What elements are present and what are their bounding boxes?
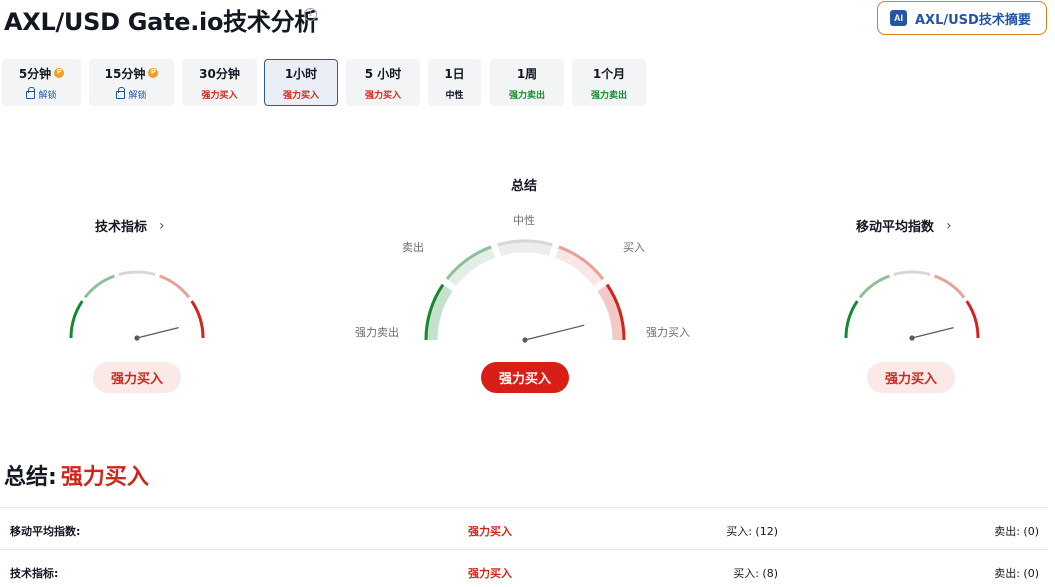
moving-averages-result-badge: 强力买入 <box>867 362 955 393</box>
row-name: 移动平均指数: <box>10 525 81 538</box>
gauge-segment-neutral <box>893 270 931 277</box>
summary-heading-value: 强力买入 <box>60 465 149 490</box>
gauge-segment-buy <box>934 274 966 299</box>
summary-heading-label: 总结: <box>4 465 57 490</box>
row-name: 技术指标: <box>10 567 59 580</box>
gauge-segment-strong-sell <box>844 300 859 339</box>
gauge-segment-strong-buy <box>965 300 980 339</box>
moving-averages-gauge <box>844 270 980 341</box>
row-signal: 强力买入 <box>468 567 512 580</box>
gauge-segment-sell <box>858 274 890 299</box>
table-row: 技术指标: 强力买入 买入: (8) 卖出: (0) <box>0 549 1048 587</box>
gauge-needle-pivot <box>909 335 915 341</box>
row-sell-count: 卖出: (0) <box>994 525 1039 538</box>
row-signal: 强力买入 <box>468 525 512 538</box>
row-sell-count: 卖出: (0) <box>994 567 1039 580</box>
summary-heading: 总结: 强力买入 <box>4 459 149 491</box>
row-buy-count: 买入: (8) <box>733 567 778 580</box>
table-row: 移动平均指数: 强力买入 买入: (12) 卖出: (0) <box>0 507 1048 549</box>
gauge-needle <box>911 327 954 339</box>
row-buy-count: 买入: (12) <box>726 525 778 538</box>
